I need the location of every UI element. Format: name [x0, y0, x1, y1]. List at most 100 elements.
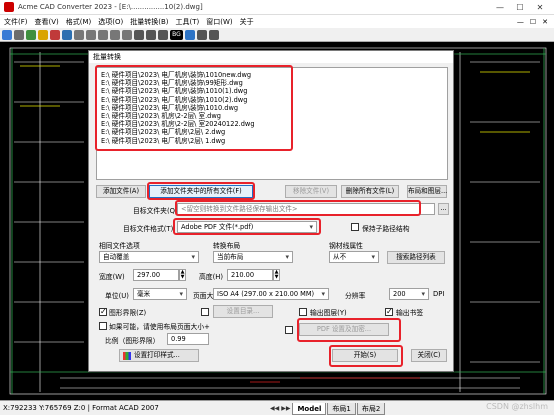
- layer-bounds-label: 图形界限(Z): [109, 309, 147, 317]
- dialog-title: 批量转换: [89, 51, 453, 63]
- measure-icon[interactable]: [134, 29, 144, 40]
- mdi-minimize-button[interactable]: —: [517, 18, 524, 26]
- tab-prev-icon[interactable]: ◀◀: [270, 405, 279, 412]
- same-file-select[interactable]: 自动覆盖: [99, 251, 199, 263]
- file-list-item[interactable]: E:\ 硬件项目\2023\ 电厂机房\2层\ 2.dwg: [101, 128, 443, 136]
- unit-select[interactable]: 毫米: [133, 288, 187, 300]
- batch-icon[interactable]: [62, 29, 72, 40]
- tab-model[interactable]: Model: [292, 402, 327, 415]
- file-list-item[interactable]: E:\ 硬件项目\2023\ 电厂机房\装饰\1010new.dwg: [101, 71, 443, 79]
- output-bookmarks-label: 输出书签: [396, 309, 424, 317]
- open-icon[interactable]: [2, 29, 12, 40]
- mdi-close-button[interactable]: ✕: [542, 18, 548, 26]
- mdi-restore-button[interactable]: ☐: [530, 18, 536, 26]
- output-bookmarks-checkbox[interactable]: [385, 307, 393, 316]
- status-bar: X:792233 Y:765769 Z:0 | Format ACAD 2007…: [0, 400, 554, 415]
- resolution-select[interactable]: 200: [389, 288, 429, 300]
- batch-convert-dialog: 批量转换 E:\ 硬件项目\2023\ 电厂机房\装饰\1010new.dwg …: [88, 50, 454, 372]
- pdf-encrypt-checkbox[interactable]: [285, 326, 293, 334]
- maximize-button[interactable]: ☐: [510, 3, 530, 12]
- width-input[interactable]: 297.00: [133, 269, 179, 281]
- zoom-out-icon[interactable]: [86, 29, 96, 40]
- zoom-window-icon[interactable]: [110, 29, 120, 40]
- save-icon[interactable]: [14, 29, 24, 40]
- file-list-item[interactable]: E:\ 硬件项目\2023\ 电厂机房\2层\ 1.dwg: [101, 137, 443, 145]
- help-icon[interactable]: [209, 29, 219, 40]
- layout-layers-button[interactable]: 布局和图层...: [407, 185, 447, 198]
- pen-properties-select[interactable]: 从不: [329, 251, 379, 263]
- menu-window[interactable]: 窗口(W): [206, 17, 232, 27]
- file-list-item[interactable]: E:\ 硬件项目\2023\ 电厂机房\装饰\1010(1).dwg: [101, 87, 443, 95]
- advanced-checkbox[interactable]: [201, 308, 209, 316]
- target-folder-input[interactable]: <留空则转换到文件路径保存输出文件>: [177, 203, 435, 215]
- fit-page-label: 如果可能，请使用布局页面大小+: [109, 323, 210, 331]
- layer-bounds-checkbox[interactable]: [99, 307, 107, 316]
- tab-layout1[interactable]: 布局1: [327, 402, 356, 415]
- page-size-select[interactable]: ISO A4 (297.00 x 210.00 MM): [213, 288, 329, 300]
- menu-view[interactable]: 查看(V): [35, 17, 59, 27]
- width-spin[interactable]: ▲ ▼: [179, 269, 186, 281]
- layer-icon[interactable]: [158, 29, 168, 40]
- target-format-select[interactable]: Adobe PDF 文件(*.pdf): [177, 221, 317, 233]
- file-list-item[interactable]: E:\ 硬件项目\2023\ 机房\2-2层\ 室.dwg: [101, 112, 443, 120]
- minimize-button[interactable]: —: [490, 3, 510, 12]
- add-folder-button[interactable]: 添加文件夹中的所有文件(F): [149, 185, 253, 198]
- keep-subfolders-label: 保持子路径结构: [362, 225, 410, 233]
- height-spin[interactable]: ▲ ▼: [273, 269, 280, 281]
- settings-icon[interactable]: [197, 29, 207, 40]
- add-files-button[interactable]: 添加文件(A): [96, 185, 146, 198]
- zoom-in-icon[interactable]: [74, 29, 84, 40]
- background-toggle-button[interactable]: BG: [170, 29, 183, 40]
- output-layers-checkbox[interactable]: [299, 308, 307, 316]
- scale-input[interactable]: 0.99: [167, 333, 209, 345]
- remove-file-button[interactable]: 移除文件(V): [285, 185, 337, 198]
- menu-format[interactable]: 格式(M): [66, 17, 92, 27]
- window-controls: — ☐ ✕: [490, 0, 550, 15]
- toolbar: BG: [0, 28, 554, 42]
- output-layers-label: 输出图层(Y): [310, 309, 347, 317]
- tab-layout2[interactable]: 布局2: [356, 402, 386, 415]
- layout-tabs: ◀◀ ▶▶ Model 布局1 布局2: [270, 402, 386, 415]
- keep-subfolders-checkbox[interactable]: [351, 223, 359, 231]
- menu-file[interactable]: 文件(F): [4, 17, 28, 27]
- zoom-extent-icon[interactable]: [98, 29, 108, 40]
- file-list-item[interactable]: E:\ 硬件项目\2023\ 电厂机房\装饰\1010.dwg: [101, 104, 443, 112]
- mdi-controls: — ☐ ✕: [517, 18, 548, 26]
- unit-label: 单位(U): [105, 292, 129, 300]
- scale-label: 比例（图形界限）: [105, 337, 160, 345]
- watermark-text: CSDN @zhslhm: [486, 402, 548, 411]
- resolution-label: 分辨率: [345, 292, 366, 300]
- menu-options[interactable]: 选项(O): [98, 17, 123, 27]
- pen-properties-label: 钢材线属性: [329, 242, 363, 250]
- print-style-icon: [123, 352, 131, 360]
- close-window-button[interactable]: ✕: [530, 3, 550, 12]
- menu-batch[interactable]: 批量转换(B): [130, 17, 168, 27]
- file-list-item[interactable]: E:\ 硬件项目\2023\ 电厂机房\装饰\1010(2).dwg: [101, 96, 443, 104]
- start-button[interactable]: 开始(S): [332, 349, 398, 362]
- height-label: 高度(H): [199, 273, 224, 281]
- browse-folder-button[interactable]: ...: [438, 203, 449, 215]
- tab-next-icon[interactable]: ▶▶: [281, 405, 290, 412]
- window-title: Acme CAD Converter 2023 - [E:\..........…: [18, 3, 203, 11]
- fit-page-checkbox[interactable]: [99, 322, 107, 330]
- folder-icon[interactable]: [38, 29, 48, 40]
- print-icon[interactable]: [26, 29, 36, 40]
- text-icon[interactable]: [146, 29, 156, 40]
- convert-icon[interactable]: [50, 29, 60, 40]
- menu-about[interactable]: 关于: [240, 17, 254, 27]
- close-dialog-button[interactable]: 关闭(C): [411, 349, 447, 362]
- search-path-list-button[interactable]: 搜索路径列表: [387, 251, 445, 264]
- print-style-button[interactable]: 设置打印样式...: [119, 349, 199, 362]
- info-icon[interactable]: [185, 29, 195, 40]
- set-directory-button[interactable]: 设置目录...: [213, 305, 273, 318]
- menu-tools[interactable]: 工具(T): [176, 17, 200, 27]
- app-logo-icon: [4, 2, 14, 12]
- remove-all-files-button[interactable]: 删除所有文件(L): [341, 185, 399, 198]
- convert-layout-select[interactable]: 当前布局: [213, 251, 293, 263]
- width-label: 宽度(W): [99, 273, 125, 281]
- file-list[interactable]: E:\ 硬件项目\2023\ 电厂机房\装饰\1010new.dwg E:\ 硬…: [96, 67, 448, 180]
- height-input[interactable]: 210.00: [227, 269, 273, 281]
- title-bar: Acme CAD Converter 2023 - [E:\..........…: [0, 0, 554, 15]
- pan-icon[interactable]: [122, 29, 132, 40]
- pdf-settings-button[interactable]: PDF 设置及加密...: [299, 323, 389, 336]
